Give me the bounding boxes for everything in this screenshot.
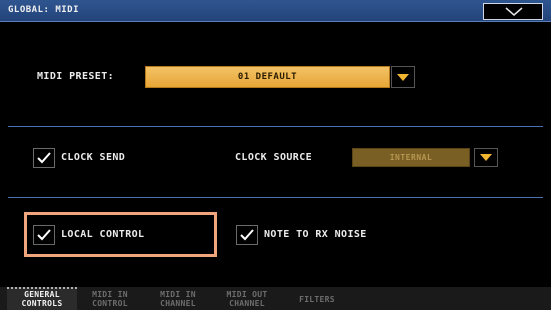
tab-label: CONTROLS bbox=[21, 299, 63, 308]
local-control-label: LOCAL CONTROL bbox=[61, 229, 145, 240]
tab-general-controls[interactable]: GENERAL CONTROLS bbox=[7, 287, 77, 310]
tab-label: CHANNEL bbox=[160, 299, 196, 308]
tab-label: MIDI IN bbox=[160, 290, 196, 299]
note-to-rx-noise-checkbox[interactable] bbox=[236, 225, 258, 245]
tab-label: GENERAL bbox=[24, 290, 60, 299]
midi-preset-dropdown-button[interactable] bbox=[391, 66, 415, 88]
midi-preset-field[interactable]: 01 DEFAULT bbox=[145, 66, 390, 88]
chevron-down-icon bbox=[505, 7, 523, 16]
page-menu-button[interactable] bbox=[483, 3, 543, 20]
page-title: GLOBAL: MIDI bbox=[8, 5, 80, 15]
clock-source-field[interactable]: INTERNAL bbox=[352, 148, 470, 167]
tab-bar: GENERAL CONTROLS MIDI IN CONTROL MIDI IN… bbox=[0, 287, 551, 310]
section-separator bbox=[8, 126, 543, 127]
tab-label: FILTERS bbox=[299, 295, 335, 304]
section-separator bbox=[8, 197, 543, 198]
midi-preset-label: MIDI PRESET: bbox=[37, 71, 115, 82]
clock-source-dropdown-button[interactable] bbox=[474, 148, 498, 167]
checkmark-icon bbox=[37, 229, 51, 241]
tab-midi-in-channel[interactable]: MIDI IN CHANNEL bbox=[147, 287, 209, 310]
tab-label: CHANNEL bbox=[229, 299, 265, 308]
tab-midi-in-control[interactable]: MIDI IN CONTROL bbox=[80, 287, 140, 310]
checkmark-icon bbox=[240, 229, 254, 241]
tab-midi-out-channel[interactable]: MIDI OUT CHANNEL bbox=[214, 287, 280, 310]
clock-send-checkbox[interactable] bbox=[33, 148, 55, 168]
clock-source-label: CLOCK SOURCE bbox=[235, 152, 313, 163]
local-control-checkbox[interactable] bbox=[33, 225, 55, 245]
checkmark-icon bbox=[37, 152, 51, 164]
clock-send-label: CLOCK SEND bbox=[61, 152, 126, 163]
tab-label: MIDI IN bbox=[92, 290, 128, 299]
title-bar: GLOBAL: MIDI bbox=[0, 0, 551, 22]
dropdown-arrow-icon bbox=[397, 74, 409, 81]
note-to-rx-noise-label: NOTE TO RX NOISE bbox=[264, 229, 367, 240]
tab-label: CONTROL bbox=[92, 299, 128, 308]
tab-filters[interactable]: FILTERS bbox=[286, 287, 348, 310]
dropdown-arrow-icon bbox=[480, 154, 492, 161]
tab-label: MIDI OUT bbox=[226, 290, 268, 299]
